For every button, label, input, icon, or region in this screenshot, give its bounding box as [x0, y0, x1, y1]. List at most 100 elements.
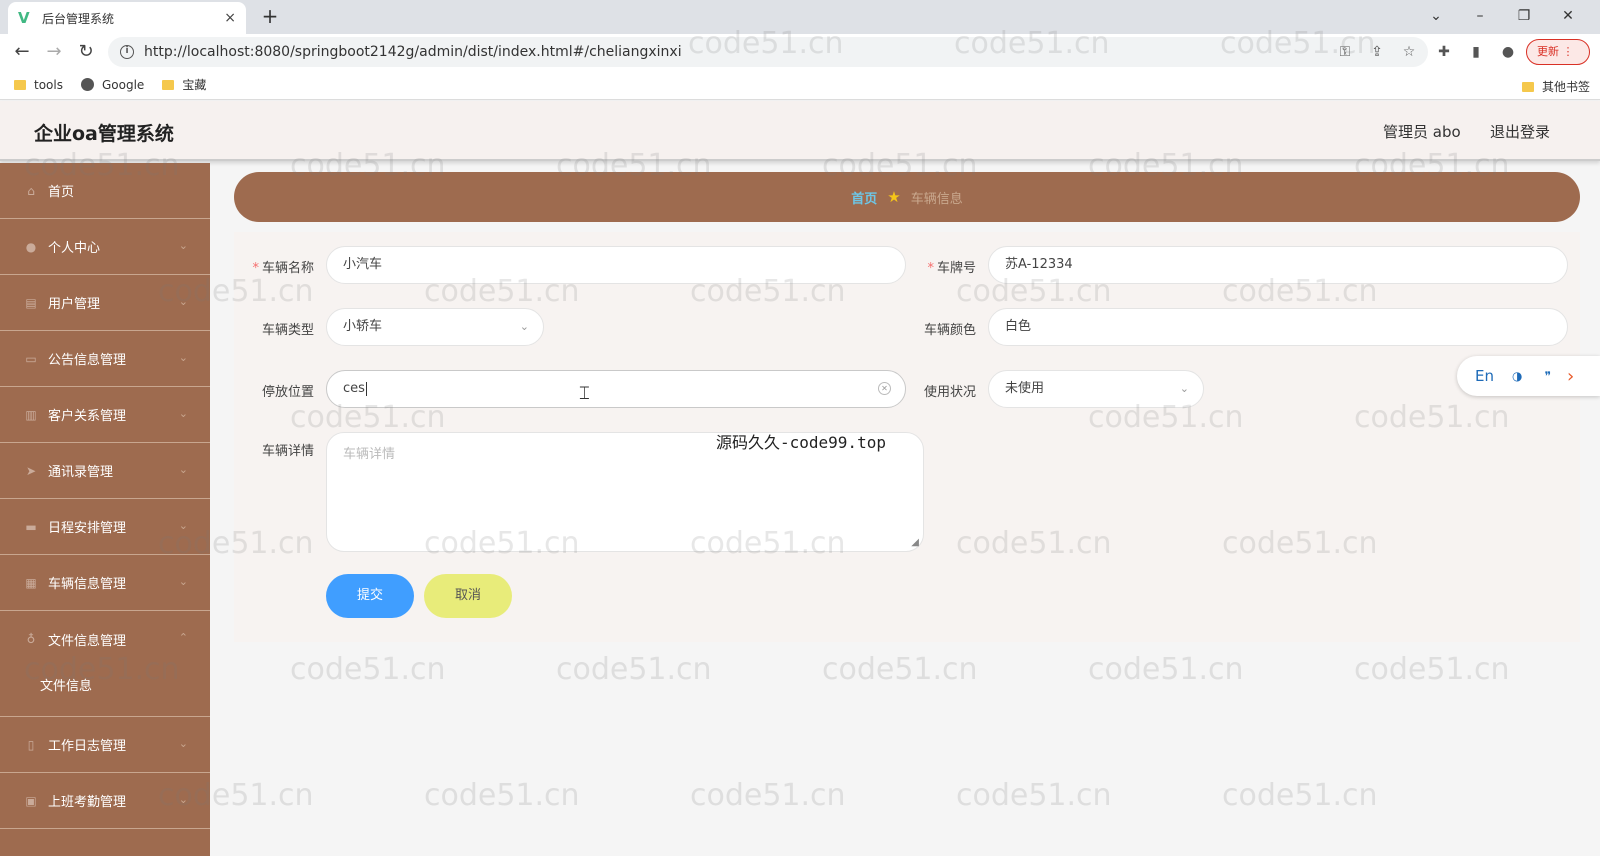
detail-label: 车辆详情 [261, 444, 314, 459]
bookmark-google[interactable]: Google [80, 78, 144, 92]
update-button[interactable]: 更新 ⋮ [1526, 39, 1590, 65]
breadcrumb-home[interactable]: 首页 [851, 188, 877, 207]
plate-number-input[interactable]: 苏A-12334 [988, 246, 1568, 284]
watermark: code51.cn [290, 652, 446, 687]
chevron-down-icon: ⌄ [178, 519, 188, 532]
close-window-button[interactable]: ✕ [1546, 4, 1590, 28]
usage-status-select[interactable]: 未使用 ⌄ [988, 370, 1204, 408]
chevron-down-icon: ⌄ [178, 737, 188, 750]
clear-icon[interactable]: ✕ [878, 382, 891, 395]
info-icon[interactable]: i [120, 45, 134, 59]
breadcrumb: 首页 ★ 车辆信息 [234, 172, 1580, 222]
back-icon[interactable]: ← [10, 40, 34, 64]
quote-icon[interactable]: ❞ [1544, 369, 1550, 383]
sidebar-item-vehicles[interactable]: ▦ 车辆信息管理 ⌄ [0, 555, 210, 611]
moon-icon[interactable]: ◑ [1512, 369, 1522, 383]
bookmarks-bar: tools Google 宝藏 其他书签 [0, 70, 1600, 100]
sidebar-item-notices[interactable]: ▭ 公告信息管理 ⌄ [0, 331, 210, 387]
breadcrumb-current: 车辆信息 [910, 191, 963, 207]
floating-toolbar: En ◑ ❞ › [1457, 356, 1600, 396]
chevron-down-icon: ⌄ [178, 407, 188, 420]
share-icon[interactable]: ⇪ [1368, 43, 1386, 61]
new-tab-button[interactable]: + [258, 5, 282, 29]
extensions-icon[interactable]: ✚ [1434, 42, 1454, 62]
sidebar-item-worklog[interactable]: ▯ 工作日志管理 ⌄ [0, 717, 210, 773]
globe-icon [80, 78, 94, 91]
notice-icon: ▭ [25, 351, 37, 366]
sidebar-item-home[interactable]: ⌂ 首页 [0, 163, 210, 219]
tab-search-icon[interactable]: ⌄ [1414, 4, 1458, 28]
profile-icon[interactable]: ● [1498, 42, 1518, 62]
vehicle-name-input[interactable]: 小汽车 [326, 246, 906, 284]
calendar-icon: ▣ [25, 793, 37, 808]
watermark: code51.cn [1088, 652, 1244, 687]
chevron-down-icon: ⌄ [178, 463, 188, 476]
resize-grip-icon[interactable]: ◢ [911, 537, 919, 548]
bookmark-treasure[interactable]: 宝藏 [162, 76, 206, 93]
watermark: code51.cn [822, 652, 978, 687]
sidebar-item-customers[interactable]: ▥ 客户关系管理 ⌄ [0, 387, 210, 443]
language-toggle[interactable]: En [1475, 367, 1494, 385]
watermark: code51.cn [956, 778, 1112, 813]
other-bookmarks[interactable]: 其他书签 [1521, 78, 1590, 95]
chevron-down-icon: ⌄ [178, 575, 188, 588]
sidebar-subitem-file-info[interactable]: 文件信息 [0, 667, 210, 717]
watermark: code51.cn [556, 652, 712, 687]
status-label: 使用状况 [923, 385, 976, 400]
chevron-down-icon: ⌄ [178, 793, 188, 806]
sidebar-item-users[interactable]: ▤ 用户管理 ⌄ [0, 275, 210, 331]
chevron-up-icon: ⌃ [178, 631, 188, 644]
vehicle-color-input[interactable]: 白色 [988, 308, 1568, 346]
app-title: 企业oa管理系统 [34, 123, 174, 145]
sidebar-item-profile[interactable]: ● 个人中心 ⌄ [0, 219, 210, 275]
chevron-right-icon[interactable]: › [1567, 366, 1574, 387]
bookmark-star-icon[interactable]: ☆ [1400, 43, 1418, 61]
mic-icon: ♁ [26, 632, 36, 646]
chevron-down-icon: ⌄ [178, 295, 188, 308]
app-header: 企业oa管理系统 管理员 abo 退出登录 [0, 101, 1600, 161]
vehicle-type-select[interactable]: 小轿车 ⌄ [326, 308, 544, 346]
home-icon: ⌂ [27, 183, 35, 198]
side-panel-icon[interactable]: ▮ [1466, 42, 1486, 62]
folder-icon [14, 79, 26, 90]
text-caret [365, 381, 367, 396]
forward-icon[interactable]: → [42, 40, 66, 64]
sidebar-item-contacts[interactable]: ➤ 通讯录管理 ⌄ [0, 443, 210, 499]
plate-label: * 车牌号 [927, 261, 976, 276]
type-label: 车辆类型 [261, 323, 314, 338]
folder-icon [162, 79, 175, 90]
users-icon: ▤ [25, 295, 37, 310]
chart-icon: ▥ [25, 407, 37, 422]
parking-location-input[interactable]: ces ✕ [326, 370, 906, 408]
address-bar[interactable]: i http://localhost:8080/springboot2142g/… [108, 37, 1428, 67]
sidebar: ⌂ 首页 ● 个人中心 ⌄ ▤ 用户管理 ⌄ ▭ 公告信息管理 ⌄ ▥ 客户关系… [0, 163, 210, 856]
vue-logo-icon: V [18, 9, 30, 27]
submit-button[interactable]: 提交 [326, 574, 414, 618]
watermark: code51.cn [424, 778, 580, 813]
sidebar-item-attendance[interactable]: ▣ 上班考勤管理 ⌄ [0, 773, 210, 829]
text-cursor-icon: ⌶ [579, 383, 590, 404]
key-icon[interactable]: ⚿ [1336, 43, 1354, 61]
minimize-button[interactable]: – [1458, 4, 1502, 28]
sidebar-item-schedule[interactable]: ▬ 日程安排管理 ⌄ [0, 499, 210, 555]
cancel-button[interactable]: 取消 [424, 574, 512, 618]
send-icon: ➤ [25, 463, 37, 478]
browser-toolbar: ← → ↻ i http://localhost:8080/springboot… [0, 34, 1600, 70]
name-label: * 车辆名称 [252, 261, 314, 276]
folder-icon [1521, 81, 1534, 92]
chevron-down-icon: ⌄ [178, 239, 188, 252]
chevron-down-icon: ⌄ [1179, 382, 1189, 395]
clipboard-icon: ▯ [27, 737, 35, 752]
restore-button[interactable]: ❐ [1502, 4, 1546, 28]
sidebar-item-files[interactable]: ♁ 文件信息管理 ⌃ [0, 611, 210, 667]
star-icon: ★ [887, 188, 901, 206]
logout-link[interactable]: 退出登录 [1490, 121, 1550, 142]
tab-close-icon[interactable]: × [224, 10, 236, 26]
chevron-down-icon: ⌄ [519, 320, 529, 333]
browser-tabbar: V 后台管理系统 × + ⌄ – ❐ ✕ [0, 0, 1600, 34]
reload-icon[interactable]: ↻ [74, 40, 98, 64]
browser-tab[interactable]: V 后台管理系统 × [8, 2, 246, 34]
watermark: code51.cn [1222, 778, 1378, 813]
bookmark-tools[interactable]: tools [14, 78, 63, 92]
grid-icon: ▦ [25, 575, 37, 590]
